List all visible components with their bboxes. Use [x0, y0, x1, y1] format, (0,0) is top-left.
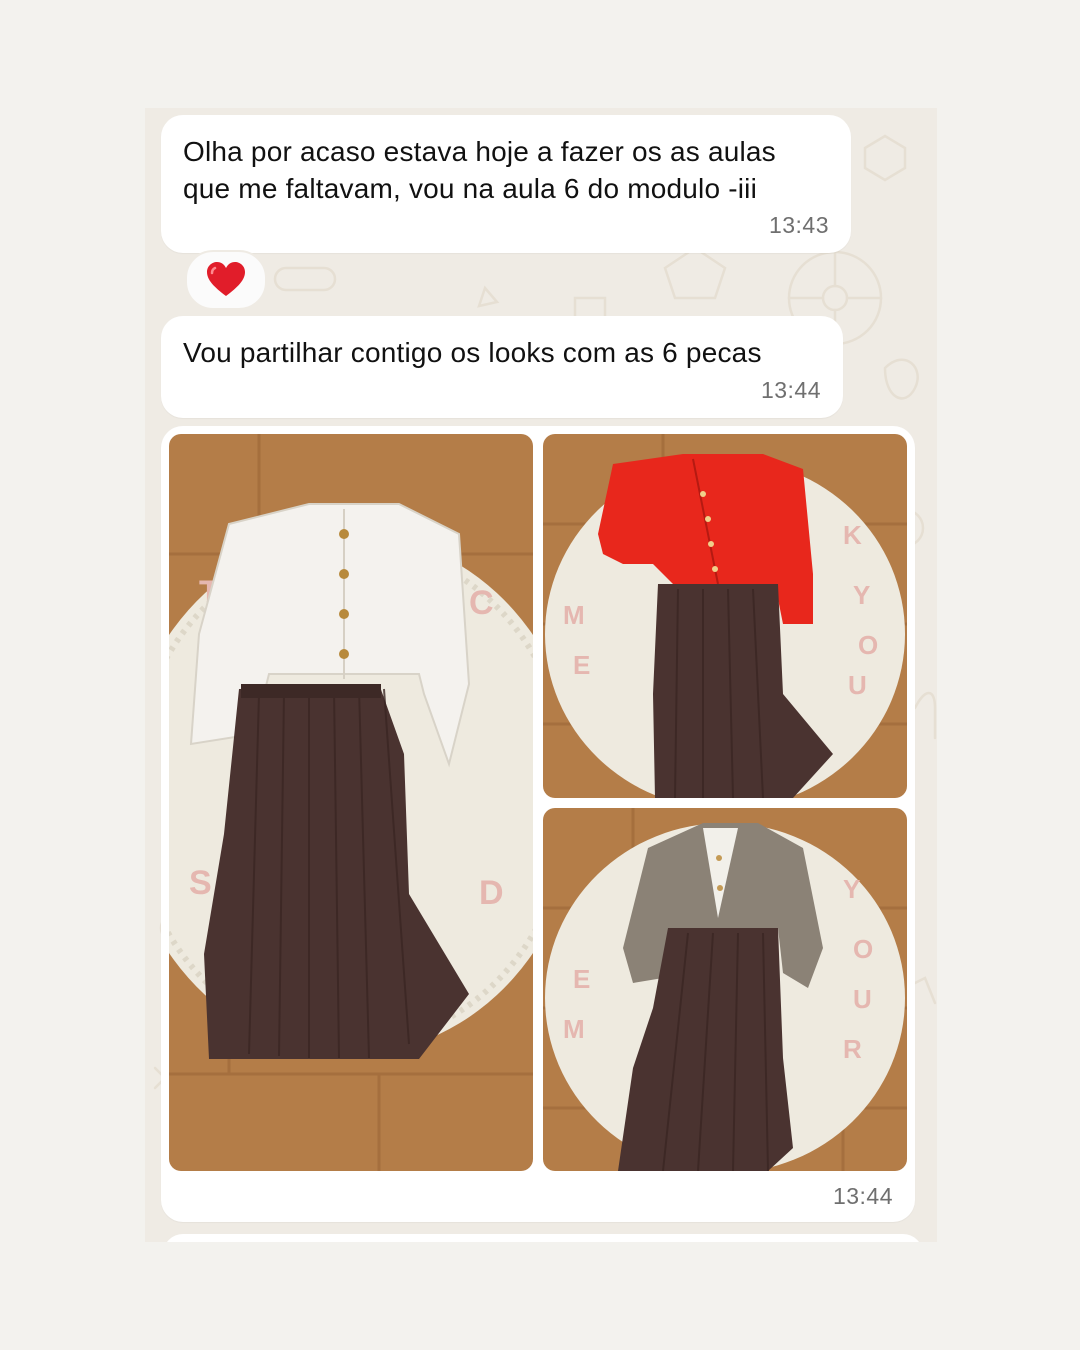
- svg-text:C: C: [469, 584, 494, 622]
- album-photo-1[interactable]: TSCD: [169, 434, 533, 1171]
- message-time: 13:44: [760, 377, 821, 403]
- photo-album-bubble[interactable]: TSCD MEKYOU: [161, 426, 915, 1222]
- svg-text:E: E: [573, 650, 590, 680]
- album-photo-3[interactable]: EM YOUR: [543, 808, 907, 1171]
- svg-text:O: O: [853, 934, 873, 964]
- message-bubble-1[interactable]: Olha por acaso estava hoje a fazer os as…: [161, 115, 851, 253]
- album-photo-2[interactable]: ME KYOU: [543, 434, 907, 798]
- svg-text:K: K: [843, 520, 862, 550]
- svg-text:S: S: [189, 864, 212, 902]
- message-reaction[interactable]: [185, 250, 267, 310]
- svg-text:D: D: [479, 874, 504, 912]
- next-message-bubble[interactable]: [163, 1234, 923, 1242]
- svg-text:M: M: [563, 1014, 585, 1044]
- message-text: Vou partilhar contigo os looks com as 6 …: [183, 337, 762, 368]
- message-bubble-2[interactable]: Vou partilhar contigo os looks com as 6 …: [161, 316, 843, 418]
- svg-text:U: U: [848, 670, 867, 700]
- red-heart-icon: [207, 262, 245, 296]
- svg-text:U: U: [853, 984, 872, 1014]
- svg-text:R: R: [843, 1034, 862, 1064]
- chat-view: Olha por acaso estava hoje a fazer os as…: [145, 108, 937, 1242]
- svg-text:Y: Y: [843, 874, 860, 904]
- message-text: Olha por acaso estava hoje a fazer os as…: [183, 136, 776, 204]
- message-time: 13:43: [768, 212, 829, 238]
- svg-text:O: O: [858, 630, 878, 660]
- svg-text:Y: Y: [853, 580, 870, 610]
- svg-text:E: E: [573, 964, 590, 994]
- message-time: 13:44: [832, 1183, 893, 1209]
- svg-text:M: M: [563, 600, 585, 630]
